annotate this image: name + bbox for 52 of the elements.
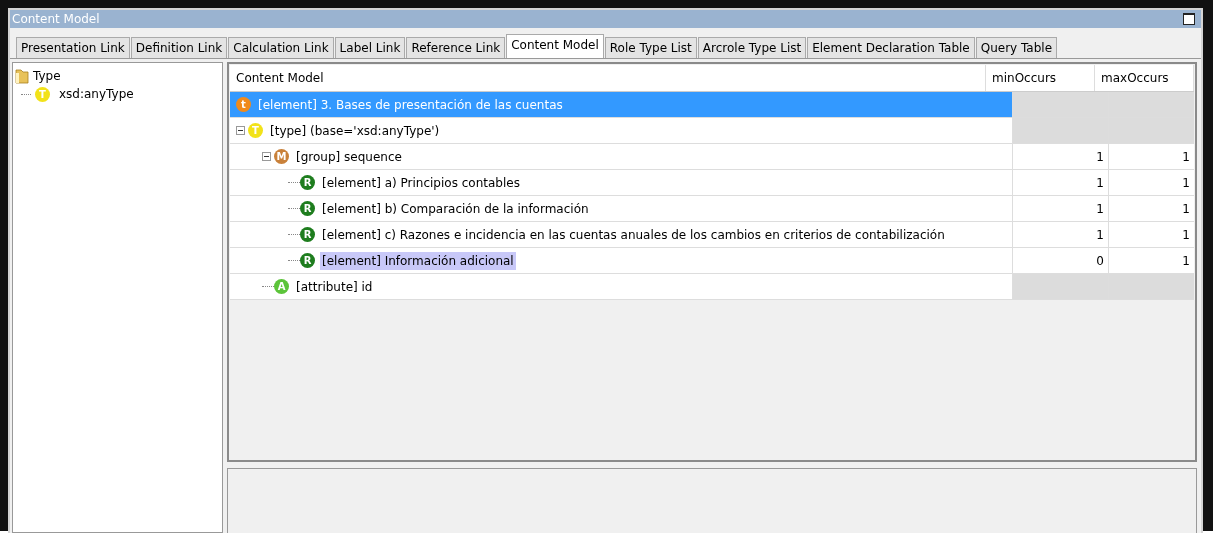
tab[interactable]: Role Type List — [604, 37, 697, 58]
node-label: [attribute] id — [295, 278, 374, 296]
node-icon: t — [236, 97, 251, 112]
min-occurs-cell: 1 — [1012, 170, 1108, 195]
node-icon: T — [248, 123, 263, 138]
max-occurs-cell: 1 — [1108, 248, 1194, 273]
tree-item[interactable]: xsd:anyType — [59, 87, 134, 101]
tab[interactable]: Content Model — [506, 34, 604, 58]
tree-row[interactable]: R [element] a) Principios contables — [230, 170, 1012, 195]
tree-row[interactable]: R [element] b) Comparación de la información — [230, 196, 1012, 221]
node-icon: R — [300, 253, 315, 268]
column-header[interactable]: maxOccurs — [1095, 65, 1194, 91]
node-label: [type] (base='xsd:anyType') — [269, 122, 441, 140]
tab[interactable]: Definition Link — [130, 37, 228, 58]
collapse-icon[interactable] — [262, 152, 271, 161]
node-label: [element] c) Razones e incidencia en las cuentas anuales de los cambios en criterios de contabilización — [321, 226, 946, 244]
window-title: Content Model — [12, 12, 100, 26]
tab[interactable]: Presentation Link — [16, 37, 130, 58]
min-occurs-cell: 0 — [1012, 248, 1108, 273]
folder-icon — [15, 68, 29, 84]
column-header[interactable]: minOccurs — [986, 65, 1095, 91]
column-header[interactable]: Content Model — [230, 65, 986, 91]
tab[interactable]: Calculation Link — [228, 37, 334, 58]
min-occurs-cell: 1 — [1012, 144, 1108, 169]
node-label: [element] 3. Bases de presentación de las cuentas — [257, 96, 564, 114]
max-occurs-cell: 1 — [1108, 144, 1194, 169]
node-icon: R — [300, 201, 315, 216]
type-icon: T — [35, 86, 50, 102]
node-label: [group] sequence — [295, 148, 403, 166]
tree-row[interactable]: R [element] c) Razones e incidencia en las cuentas anuales de los cambios en criterios de contabilización — [230, 222, 1012, 247]
node-icon: R — [300, 175, 315, 190]
tab[interactable]: Element Declaration Table — [807, 37, 975, 58]
min-occurs-cell: 1 — [1012, 196, 1108, 221]
min-occurs-cell: 1 — [1012, 222, 1108, 247]
node-label: [element] a) Principios contables — [321, 174, 521, 192]
node-icon: R — [300, 227, 315, 242]
tree-item[interactable]: Type — [33, 69, 61, 83]
node-icon: M — [274, 149, 289, 164]
max-occurs-cell: 1 — [1108, 170, 1194, 195]
node-label: [element] Información adicional — [320, 251, 516, 270]
tab[interactable]: Label Link — [334, 37, 406, 58]
tab[interactable]: Reference Link — [406, 37, 506, 58]
maximize-icon[interactable] — [1183, 13, 1195, 25]
node-icon: A — [274, 279, 289, 294]
tab[interactable]: Arcrole Type List — [697, 37, 807, 58]
tree-row[interactable]: M [group] sequence — [230, 144, 1012, 169]
tab[interactable]: Query Table — [975, 37, 1058, 58]
tree-row[interactable]: R [element] Información adicional — [230, 248, 1012, 273]
max-occurs-cell: 1 — [1108, 222, 1194, 247]
max-occurs-cell: 1 — [1108, 196, 1194, 221]
node-label: [element] b) Comparación de la información — [321, 200, 590, 218]
collapse-icon[interactable] — [236, 126, 245, 135]
